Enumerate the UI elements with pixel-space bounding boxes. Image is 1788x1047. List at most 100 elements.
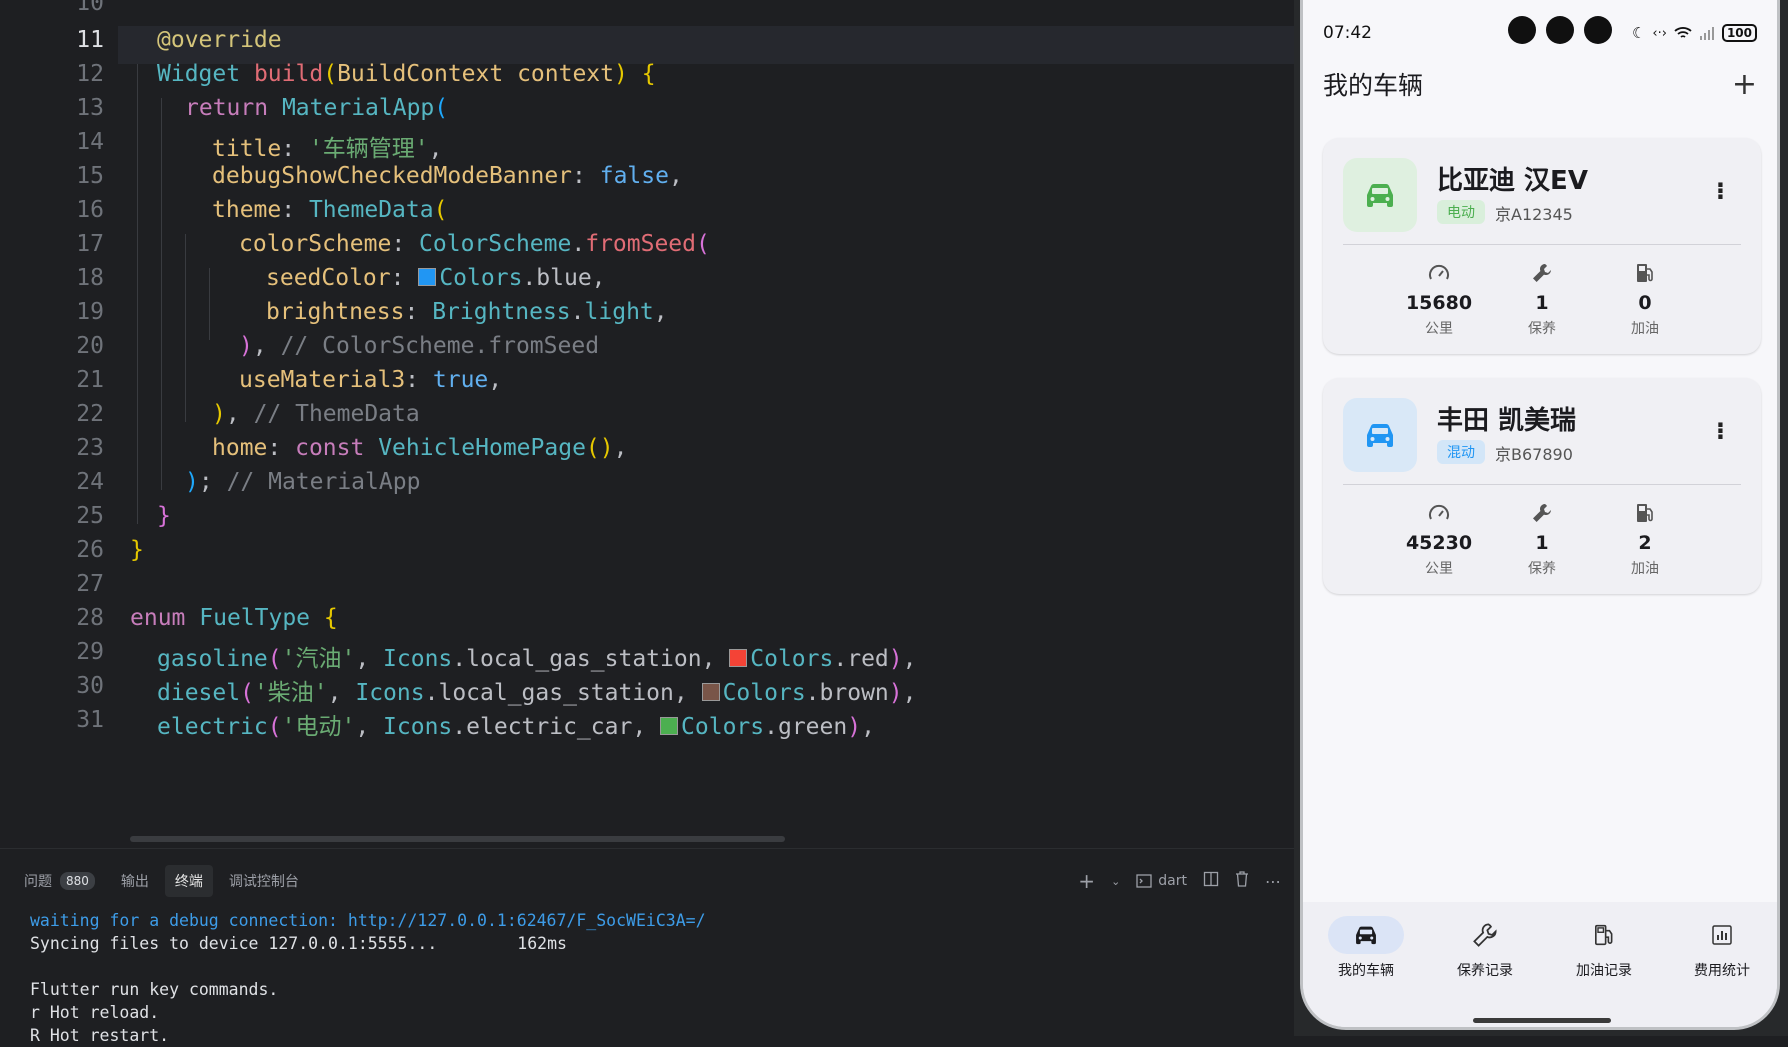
- nav-my-vehicles[interactable]: 我的车辆: [1307, 916, 1425, 980]
- class-name: VehicleHomePage: [378, 435, 586, 461]
- color-swatch[interactable]: [701, 683, 720, 701]
- class-name: Colors: [722, 680, 806, 706]
- line-number: 11: [76, 27, 104, 53]
- code-line[interactable]: useMaterial3: true,: [239, 367, 1295, 393]
- horizontal-scrollbar[interactable]: [130, 836, 785, 842]
- more-vert-icon[interactable]: · · ·: [1716, 173, 1725, 209]
- panel-tabs: 问题 880 输出 终端 调试控制台: [14, 865, 309, 897]
- property: home: [212, 435, 268, 461]
- property: debugShowCheckedModeBanner: [212, 163, 573, 189]
- line-number: 12: [76, 61, 104, 87]
- terminal-output[interactable]: waiting for a debug connection: http://1…: [30, 909, 706, 1047]
- panel-toolbar: + ⌄ dart ⋯: [1078, 869, 1281, 893]
- code-line[interactable]: enum FuelType {: [130, 605, 1295, 631]
- line-number: 26: [76, 537, 104, 563]
- code-line[interactable]: Widget build(BuildContext context) {: [157, 61, 1295, 87]
- vehicle-avatar: [1343, 398, 1417, 472]
- string: '汽油': [281, 646, 356, 672]
- battery-icon: 100: [1721, 24, 1757, 42]
- nav-maintenance[interactable]: 保养记录: [1426, 916, 1544, 980]
- tab-debug-console[interactable]: 调试控制台: [219, 865, 309, 897]
- indent-guide: [209, 268, 210, 340]
- tab-problems[interactable]: 问题 880: [14, 865, 105, 897]
- terminal-line: Syncing files to device 127.0.0.1:5555..…: [30, 934, 567, 953]
- line-number: 10: [76, 0, 104, 16]
- vehicle-name: 丰田 凯美瑞: [1437, 406, 1577, 436]
- code-line[interactable]: return MaterialApp(: [185, 95, 1295, 121]
- nav-expense-stats[interactable]: 费用统计: [1663, 916, 1777, 980]
- terminal-shell-icon[interactable]: dart: [1136, 873, 1187, 889]
- stat-value: 2: [1638, 532, 1652, 554]
- keyword: enum: [130, 605, 186, 631]
- code-line[interactable]: ), // ColorScheme.fromSeed: [239, 333, 1295, 359]
- code-line[interactable]: }: [157, 503, 1295, 529]
- property: theme: [212, 197, 282, 223]
- terminal-line: Flutter run key commands.: [30, 980, 279, 999]
- indent-guide: [137, 64, 138, 524]
- vehicle-card[interactable]: 比亚迪 汉EV 电动 京A12345 · · · 15680 公里 1 保养 0 加…: [1323, 138, 1761, 354]
- gesture-handle[interactable]: [1473, 1018, 1611, 1023]
- status-bar: 07:42 ☾ ‹·› 100: [1323, 16, 1757, 46]
- code-line[interactable]: diesel('柴油', Icons.local_gas_station, Co…: [157, 673, 1295, 707]
- code-line[interactable]: colorScheme: ColorScheme.fromSeed(: [239, 231, 1295, 257]
- code-line[interactable]: debugShowCheckedModeBanner: false,: [212, 163, 1295, 189]
- parameter: BuildContext context: [337, 61, 615, 87]
- identifier: brown: [819, 680, 889, 706]
- chevron-down-icon[interactable]: ⌄: [1111, 875, 1120, 888]
- stat-maintenance: 1 保养: [1482, 260, 1602, 338]
- split-terminal-icon[interactable]: [1203, 871, 1219, 891]
- code-line[interactable]: }: [130, 537, 1295, 563]
- fuel-icon: [1637, 504, 1653, 522]
- line-number: 22: [76, 401, 104, 427]
- code-line[interactable]: @override: [157, 27, 1295, 53]
- code-line[interactable]: seedColor: Colors.blue,: [266, 265, 1295, 291]
- identifier: blue: [536, 265, 592, 291]
- status-icons: ☾ ‹·› 100: [1632, 24, 1757, 42]
- code-line[interactable]: ), // ThemeData: [212, 401, 1295, 427]
- keyword: return: [185, 95, 269, 121]
- code-line[interactable]: gasoline('汽油', Icons.local_gas_station, …: [157, 639, 1295, 673]
- code-line[interactable]: theme: ThemeData(: [212, 197, 1295, 223]
- comment: // ThemeData: [253, 401, 420, 427]
- phone-screen[interactable]: 07:42 ☾ ‹·› 100 我的车辆 + 比亚迪 汉EV 电动 京A1234…: [1300, 0, 1780, 1030]
- car-icon: [1367, 184, 1393, 207]
- new-terminal-icon[interactable]: +: [1078, 869, 1095, 893]
- nav-refuel[interactable]: 加油记录: [1545, 916, 1663, 980]
- color-swatch[interactable]: [660, 717, 679, 735]
- stat-label: 保养: [1528, 561, 1556, 577]
- color-swatch[interactable]: [729, 649, 748, 667]
- code-line[interactable]: ); // MaterialApp: [185, 469, 1295, 495]
- tab-output[interactable]: 输出: [111, 865, 159, 897]
- identifier: local_gas_station: [438, 680, 674, 706]
- fuel-icon: [1595, 924, 1613, 946]
- vehicle-card[interactable]: 丰田 凯美瑞 混动 京B67890 · · · 45230 公里 1 保养 2 加油: [1323, 378, 1761, 594]
- wrench-icon: [1533, 263, 1551, 282]
- stat-value: 1: [1535, 532, 1549, 554]
- code-editor[interactable]: 10 11 12 13 14 15 16 17 18 19 20 21 22 2…: [0, 0, 1295, 848]
- comment: // MaterialApp: [226, 469, 421, 495]
- license-plate: 京B67890: [1495, 445, 1573, 464]
- problems-count-badge: 880: [60, 872, 95, 890]
- more-icon[interactable]: ⋯: [1265, 872, 1281, 891]
- more-vert-icon[interactable]: · · ·: [1716, 413, 1725, 449]
- stat-value: 0: [1638, 292, 1652, 314]
- add-vehicle-button[interactable]: +: [1732, 67, 1757, 102]
- code-line[interactable]: brightness: Brightness.light,: [266, 299, 1295, 325]
- class-name: Icons: [383, 646, 453, 672]
- color-swatch[interactable]: [418, 268, 437, 286]
- stat-maintenance: 1 保养: [1482, 500, 1602, 578]
- status-time: 07:42: [1323, 23, 1372, 43]
- code-line[interactable]: home: const VehicleHomePage(),: [212, 435, 1295, 461]
- car-icon: [1367, 424, 1393, 447]
- divider: [1343, 244, 1741, 245]
- code-line[interactable]: electric('电动', Icons.electric_car, Color…: [157, 707, 1295, 741]
- terminal-line: waiting for a debug connection: http://1…: [30, 911, 706, 930]
- page-title: 我的车辆: [1323, 71, 1424, 100]
- trash-icon[interactable]: [1235, 871, 1249, 891]
- tab-terminal[interactable]: 终端: [164, 865, 213, 897]
- notification-dot-icon: [1584, 16, 1612, 44]
- bottom-navigation: 我的车辆 保养记录 加油记录 费用统计: [1303, 902, 1777, 1027]
- code-line[interactable]: title: '车辆管理',: [212, 129, 1295, 163]
- class-name: Icons: [355, 680, 425, 706]
